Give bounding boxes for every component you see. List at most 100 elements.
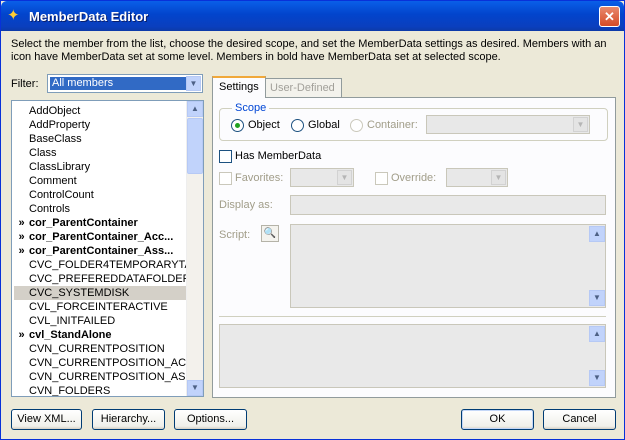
list-item[interactable]: » cvl_StandAlone: [14, 328, 187, 342]
magnifier-icon[interactable]: 🔍: [261, 225, 279, 242]
list-item-label: cvl_StandAlone: [29, 329, 112, 341]
list-item-label: cor_ParentContainer_Acc...: [29, 231, 174, 243]
settings-panel: Scope Object Global Container: ▼ Has Mem…: [212, 97, 616, 398]
list-item-label: CVC_SYSTEMDISK: [29, 287, 130, 299]
arrow-up-icon[interactable]: ▲: [589, 226, 605, 242]
list-item-label: CVL_INITFAILED: [29, 315, 116, 327]
chevron-down-icon[interactable]: ▼: [573, 117, 588, 132]
list-item[interactable]: AddObject: [14, 104, 187, 118]
scope-group: Scope Object Global Container: ▼: [219, 102, 608, 141]
cancel-button[interactable]: Cancel: [543, 409, 616, 430]
arrow-down-icon[interactable]: ▼: [589, 290, 605, 306]
list-item[interactable]: CVN_FOLDERS: [14, 384, 187, 397]
scope-container-radio[interactable]: [350, 119, 363, 132]
chevron-down-icon[interactable]: ▼: [186, 76, 201, 91]
script-label: Script:: [219, 229, 251, 241]
list-item-label: CVC_FOLDER4TEMPORARYTA...: [29, 259, 187, 271]
list-item-label: Controls: [29, 203, 70, 215]
member-list-scrollbar[interactable]: ▲ ▼: [186, 101, 203, 396]
list-item[interactable]: CVL_INITFAILED: [14, 314, 187, 328]
list-item[interactable]: CVL_FORCEINTERACTIVE: [14, 300, 187, 314]
list-item-label: CVN_FOLDERS: [29, 385, 111, 397]
list-item[interactable]: BaseClass: [14, 132, 187, 146]
arrow-up-icon[interactable]: ▲: [187, 101, 203, 117]
chevron-down-icon[interactable]: ▼: [491, 170, 506, 185]
filter-value: All members: [50, 77, 188, 90]
list-item[interactable]: ControlCount: [14, 188, 187, 202]
list-item-label: CVL_FORCEINTERACTIVE: [29, 301, 168, 313]
description-textarea[interactable]: ▲ ▼: [219, 324, 606, 388]
list-item[interactable]: CVC_PREFEREDDATAFOLDER: [14, 272, 187, 286]
list-item[interactable]: » cor_ParentContainer_Acc...: [14, 230, 187, 244]
separator: [219, 316, 606, 317]
memberdata-icon: »: [18, 245, 25, 257]
override-dropdown[interactable]: ▼: [446, 168, 508, 187]
ok-button[interactable]: OK: [461, 409, 534, 430]
list-item[interactable]: » cor_ParentContainer_Ass...: [14, 244, 187, 258]
list-item-label: cor_ParentContainer_Ass...: [29, 245, 174, 257]
list-item-label: AddProperty: [29, 119, 91, 131]
favorites-label: Favorites:: [235, 172, 284, 184]
memberdata-editor-window: ✦ MemberData Editor ✕ Select the member …: [0, 0, 625, 440]
display-as-label: Display as:: [219, 199, 273, 211]
chevron-down-icon[interactable]: ▼: [337, 170, 352, 185]
close-button[interactable]: ✕: [599, 6, 620, 27]
title-bar[interactable]: ✦ MemberData Editor ✕: [1, 1, 624, 31]
override-checkbox[interactable]: [375, 172, 388, 185]
scope-container-label: Container:: [367, 119, 418, 131]
list-item-label: AddObject: [29, 105, 81, 117]
memberdata-icon: »: [18, 329, 25, 341]
list-item-label: CVN_CURRENTPOSITION_AS...: [29, 371, 187, 383]
list-item-label: ClassLibrary: [29, 161, 91, 173]
list-item-label: ControlCount: [29, 189, 94, 201]
list-item-label: CVN_CURRENTPOSITION: [29, 343, 165, 355]
scope-global-radio[interactable]: [291, 119, 304, 132]
list-item[interactable]: CVC_SYSTEMDISK: [14, 286, 187, 300]
list-item-label: Class: [29, 147, 57, 159]
filter-dropdown[interactable]: All members ▼: [47, 74, 203, 93]
list-item[interactable]: CVC_FOLDER4TEMPORARYTA...: [14, 258, 187, 272]
arrow-up-icon[interactable]: ▲: [589, 326, 605, 342]
list-item[interactable]: CVN_CURRENTPOSITION: [14, 342, 187, 356]
list-item[interactable]: Comment: [14, 174, 187, 188]
instructions-text: Select the member from the list, choose …: [11, 38, 607, 63]
window-title: MemberData Editor: [29, 9, 149, 24]
list-item[interactable]: Controls: [14, 202, 187, 216]
list-item[interactable]: ClassLibrary: [14, 160, 187, 174]
list-item[interactable]: CVN_CURRENTPOSITION_AS...: [14, 370, 187, 384]
list-item[interactable]: AddProperty: [14, 118, 187, 132]
list-item-label: CVN_CURRENTPOSITION_AC...: [29, 357, 187, 369]
tab-user-defined[interactable]: User-Defined: [263, 78, 342, 98]
scope-object-label[interactable]: Object: [248, 119, 280, 131]
tab-settings[interactable]: Settings: [212, 76, 266, 98]
fox-icon: ✦: [7, 7, 20, 24]
member-list[interactable]: CVN_FOLDERS CVN_CURRENTPOSITION_AS... CVN_…: [11, 100, 204, 397]
filter-label: Filter:: [11, 78, 39, 90]
view-xml-button[interactable]: View XML...: [11, 409, 82, 430]
override-label: Override:: [391, 172, 437, 184]
has-memberdata-label[interactable]: Has MemberData: [235, 150, 321, 162]
arrow-down-icon[interactable]: ▼: [187, 380, 203, 396]
list-item-label: Comment: [29, 175, 77, 187]
memberdata-icon: »: [18, 231, 25, 243]
scope-object-radio[interactable]: [231, 119, 244, 132]
options-button[interactable]: Options...: [174, 409, 247, 430]
display-as-input[interactable]: [290, 195, 606, 215]
list-item-label: BaseClass: [29, 133, 82, 145]
memberdata-icon: »: [18, 217, 25, 229]
container-dropdown[interactable]: ▼: [426, 115, 590, 134]
scope-global-label[interactable]: Global: [308, 119, 340, 131]
list-item-label: cor_ParentContainer: [29, 217, 138, 229]
favorites-checkbox[interactable]: [219, 172, 232, 185]
script-textarea[interactable]: ▲ ▼: [290, 224, 606, 308]
favorites-dropdown[interactable]: ▼: [290, 168, 354, 187]
scrollbar-thumb[interactable]: [187, 118, 203, 174]
arrow-down-icon[interactable]: ▼: [589, 370, 605, 386]
list-item[interactable]: CVN_CURRENTPOSITION_AC...: [14, 356, 187, 370]
scope-legend: Scope: [232, 102, 270, 114]
list-item[interactable]: » cor_ParentContainer: [14, 216, 187, 230]
list-item[interactable]: Class: [14, 146, 187, 160]
hierarchy-button[interactable]: Hierarchy...: [92, 409, 165, 430]
list-item-label: CVC_PREFEREDDATAFOLDER: [29, 273, 187, 285]
has-memberdata-checkbox[interactable]: [219, 150, 232, 163]
